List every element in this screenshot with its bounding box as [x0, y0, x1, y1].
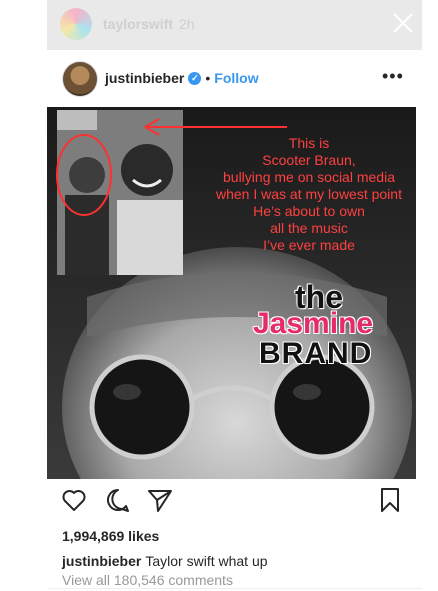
- close-icon[interactable]: [392, 12, 414, 34]
- story-time: 2h: [179, 16, 195, 32]
- story-username-text: taylorswift: [103, 16, 174, 32]
- overlay-line: He’s about to own: [253, 203, 365, 219]
- overlay-line: when I was at my lowest point: [216, 186, 402, 202]
- overlay-line: Scooter Braun,: [262, 152, 356, 168]
- bookmark-icon[interactable]: [377, 487, 403, 513]
- story-username[interactable]: taylorswift 2h: [103, 16, 195, 32]
- watermark-name: Jasmine: [253, 307, 374, 340]
- verified-badge-icon: ✓: [188, 71, 202, 85]
- view-all-comments-link[interactable]: View all 180,546 comments: [62, 572, 233, 588]
- follow-button[interactable]: Follow: [214, 70, 258, 86]
- highlight-circle-icon: [56, 134, 112, 216]
- comment-icon[interactable]: [105, 487, 131, 513]
- post-caption: justinbieber Taylor swift what up: [62, 553, 268, 569]
- likes-count[interactable]: 1,994,869 likes: [62, 528, 159, 544]
- separator-dot: •: [205, 70, 211, 86]
- watermark-brand: BRAND: [259, 337, 373, 370]
- avatar[interactable]: [62, 61, 98, 97]
- more-options-icon[interactable]: •••: [382, 66, 404, 87]
- overlay-line: all the music: [270, 220, 348, 236]
- share-icon[interactable]: [147, 487, 173, 513]
- divider: [47, 588, 422, 589]
- post-username[interactable]: justinbieber: [105, 70, 184, 86]
- action-bar: [47, 487, 422, 519]
- overlay-line: I’ve ever made: [263, 237, 355, 253]
- heart-icon[interactable]: [61, 487, 87, 513]
- post-image[interactable]: This is Scooter Braun, bullying me on so…: [47, 107, 416, 479]
- caption-username[interactable]: justinbieber: [62, 553, 141, 569]
- post-user-row: justinbieber ✓ • Follow: [105, 70, 259, 86]
- overlay-text: This is Scooter Braun, bullying me on so…: [197, 135, 416, 254]
- story-avatar[interactable]: [60, 8, 92, 40]
- caption-text: Taylor swift what up: [145, 553, 268, 569]
- overlay-line: This is: [288, 135, 330, 151]
- overlay-line: bullying me on social media: [223, 169, 395, 185]
